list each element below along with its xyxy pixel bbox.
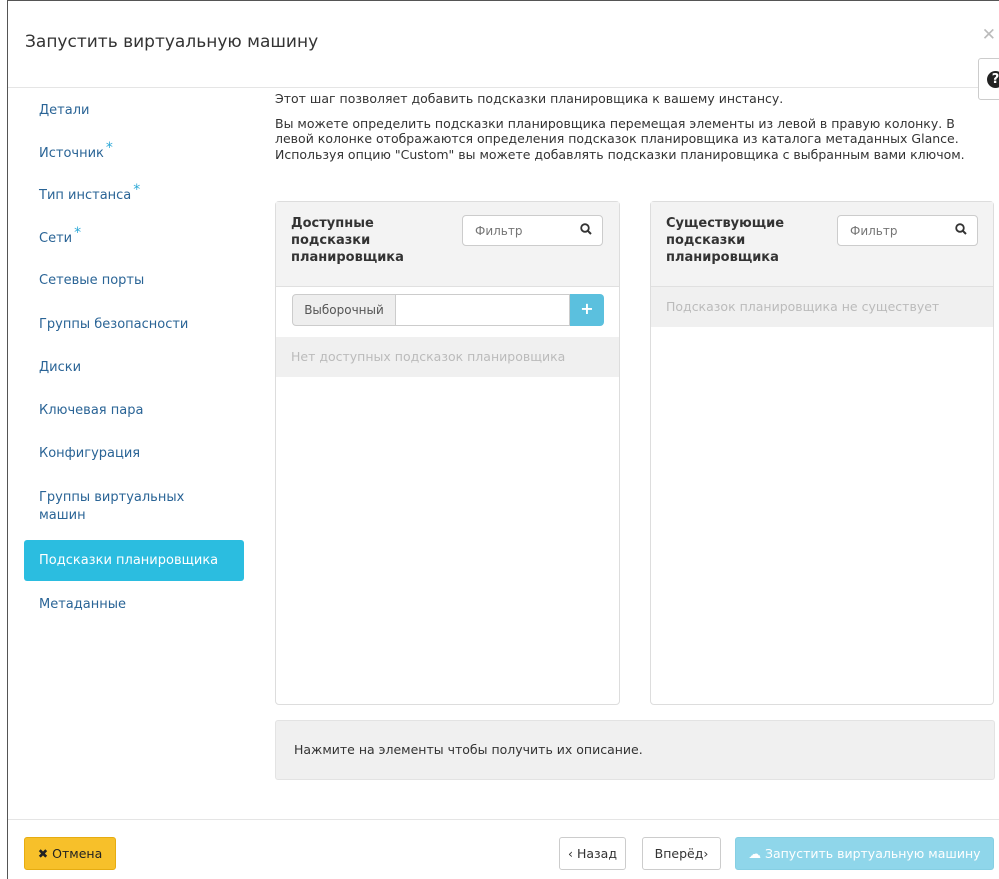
custom-hint-label: Выборочный — [292, 294, 396, 326]
nav-item-key-pair[interactable]: Ключевая пара — [24, 402, 244, 420]
search-icon — [955, 223, 967, 235]
required-mark: * — [105, 140, 113, 156]
step-description: Этот шаг позволяет добавить подсказки пл… — [275, 91, 965, 171]
nav-item-label: Группы виртуальных машин — [39, 490, 185, 523]
available-hints-title: Доступные подсказки планировщика — [291, 216, 404, 265]
help-button[interactable]: ? — [978, 58, 999, 100]
search-icon — [580, 223, 592, 235]
nav-item-label: Тип инстанса — [39, 188, 132, 203]
add-custom-hint-button[interactable]: + — [570, 294, 604, 326]
nav-item-volumes[interactable]: Диски — [24, 359, 244, 377]
available-hints-panel: Доступные подсказки планировщика Выбороч… — [275, 201, 620, 705]
launch-instance-button[interactable]: ☁ Запустить виртуальную машину — [735, 837, 994, 870]
filter-input[interactable] — [838, 216, 938, 245]
filter-input[interactable] — [463, 216, 563, 245]
next-button[interactable]: Вперёд› — [642, 837, 721, 870]
nav-item-details[interactable]: Детали — [24, 102, 244, 120]
modal-header: Запустить виртуальную машину ✕ ? — [8, 1, 999, 100]
intro-text: Этот шаг позволяет добавить подсказки пл… — [275, 91, 784, 106]
nav-item-label: Детали — [39, 103, 90, 118]
required-mark: * — [133, 182, 141, 198]
nav-item-label: Метаданные — [39, 597, 126, 612]
question-icon: ? — [987, 71, 999, 88]
nav-item-label: Ключевая пара — [39, 403, 144, 418]
nav-item-label: Подсказки планировщика — [39, 553, 219, 568]
nav-item-label: Сетевые порты — [39, 273, 145, 288]
nav-item-network-ports[interactable]: Сетевые порты — [24, 272, 244, 290]
panel-header: Доступные подсказки планировщика — [276, 202, 619, 287]
nav-item-configuration[interactable]: Конфигурация — [24, 445, 244, 463]
custom-hint-row: Выборочный + — [292, 294, 604, 326]
launch-instance-modal: Запустить виртуальную машину ✕ ? Детали … — [7, 0, 999, 879]
nav-item-label: Группы безопасности — [39, 317, 189, 332]
nav-item-label: Конфигурация — [39, 446, 141, 461]
existing-filter[interactable] — [837, 215, 978, 246]
required-mark: * — [74, 225, 82, 241]
intro-text-detail: Вы можете определить подсказки планировщ… — [275, 115, 965, 162]
item-description-box: Нажмите на элементы чтобы получить их оп… — [275, 720, 995, 780]
nav-item-label: Сети — [39, 231, 73, 246]
existing-hints-title: Существующие подсказки планировщика — [666, 216, 785, 265]
modal-footer: ✖ Отмена ‹ Назад Вперёд› ☁ Запустить вир… — [8, 819, 999, 879]
nav-item-label: Диски — [39, 360, 82, 375]
nav-item-metadata[interactable]: Метаданные — [24, 596, 244, 614]
available-empty-message: Нет доступных подсказок планировщика — [276, 337, 619, 377]
plus-icon: + — [580, 299, 594, 318]
nav-item-scheduler-hints[interactable]: Подсказки планировщика — [24, 540, 244, 581]
back-button[interactable]: ‹ Назад — [559, 837, 626, 870]
nav-item-flavor[interactable]: Тип инстанса * — [24, 182, 244, 205]
available-filter[interactable] — [462, 215, 603, 246]
existing-hints-panel: Существующие подсказки планировщика Подс… — [650, 201, 994, 705]
nav-item-server-groups[interactable]: Группы виртуальных машин — [24, 489, 224, 525]
nav-item-source[interactable]: Источник * — [24, 140, 244, 163]
modal-title: Запустить виртуальную машину — [25, 32, 319, 52]
panel-header: Существующие подсказки планировщика — [651, 202, 993, 287]
custom-hint-input[interactable] — [395, 294, 570, 326]
cancel-button[interactable]: ✖ Отмена — [24, 837, 116, 870]
close-icon[interactable]: ✕ — [982, 25, 996, 45]
existing-empty-message: Подсказок планировщика не существует — [651, 287, 993, 327]
nav-item-networks[interactable]: Сети * — [24, 225, 244, 248]
nav-item-label: Источник — [39, 146, 104, 161]
nav-item-security-groups[interactable]: Группы безопасности — [24, 316, 244, 334]
